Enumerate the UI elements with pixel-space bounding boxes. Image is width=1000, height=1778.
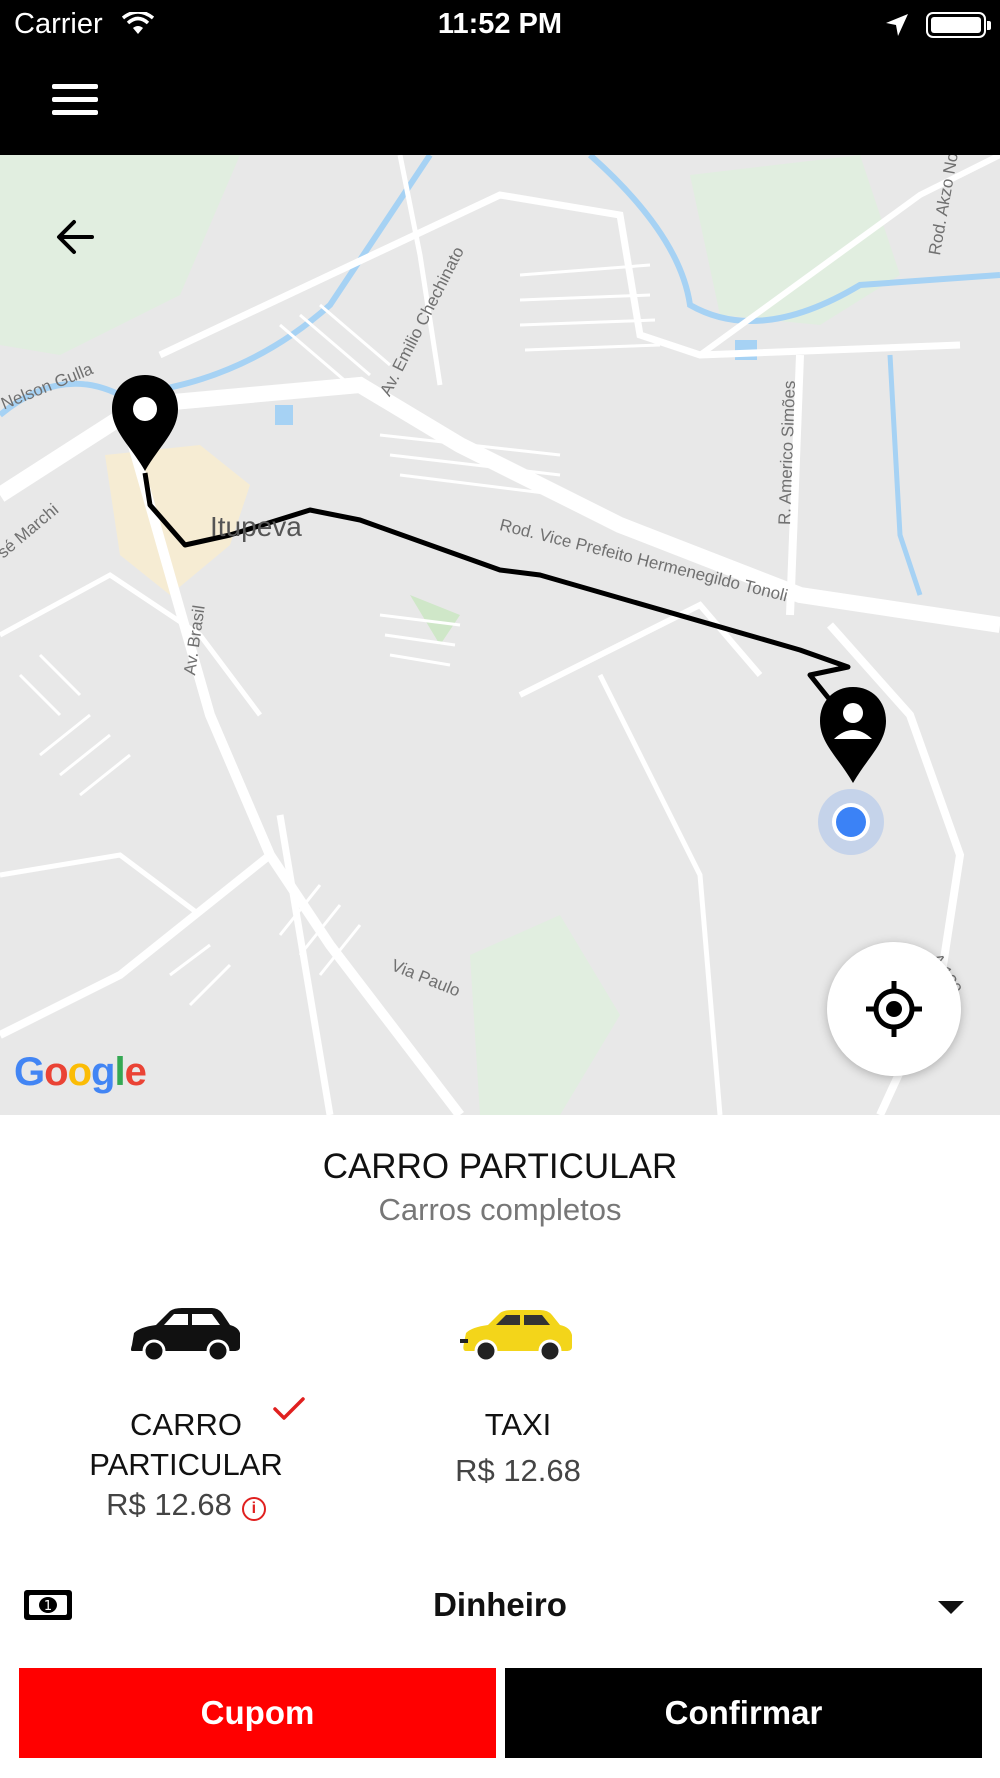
ride-options-panel: CARRO PARTICULAR Carros completos CARRO …: [0, 1115, 1000, 1778]
status-time: 11:52 PM: [437, 8, 563, 40]
crosshair-icon: [866, 981, 922, 1037]
option-price: R$ 12.68 i: [56, 1485, 316, 1525]
google-logo: Google: [14, 1050, 147, 1095]
status-bar: Carrier 11:52 PM: [0, 0, 1000, 52]
my-location-button[interactable]: [827, 942, 961, 1076]
battery-icon: [926, 12, 991, 38]
google-letter: e: [124, 1050, 147, 1094]
info-icon[interactable]: i: [241, 1497, 266, 1521]
option-name-line2: PARTICULAR: [89, 1447, 283, 1482]
google-letter: G: [14, 1050, 45, 1094]
driver-pin-icon: [820, 687, 886, 783]
option-price: R$ 12.68: [455, 1453, 581, 1488]
top-bar: Carrier 11:52 PM: [0, 0, 1000, 155]
google-letter: o: [44, 1050, 68, 1094]
payment-method-selector[interactable]: 1 Dinheiro: [0, 1570, 1000, 1640]
google-letter: l: [114, 1050, 125, 1094]
option-name: TAXI: [484, 1407, 552, 1442]
town-label: Itupeva: [210, 511, 302, 542]
taxi-icon: [460, 1310, 572, 1363]
google-letter: o: [67, 1050, 92, 1094]
arrow-left-icon: [57, 220, 94, 254]
car-icon: [131, 1308, 240, 1363]
menu-button[interactable]: [52, 80, 102, 120]
dropdown-caret-icon: [938, 1601, 964, 1614]
coupon-button[interactable]: Cupom: [19, 1668, 496, 1758]
price-value: R$ 12.68: [106, 1487, 232, 1522]
service-title: CARRO PARTICULAR: [322, 1147, 678, 1186]
current-location-dot: [818, 789, 884, 855]
origin-pin-icon: [112, 375, 178, 471]
google-letter: g: [91, 1050, 115, 1094]
back-button[interactable]: [52, 213, 104, 265]
map-view[interactable]: Nelson Gulla sé Marchi Av. Emilio Chechi…: [0, 155, 1000, 1115]
selected-check-icon: [273, 1397, 305, 1420]
option-taxi[interactable]: TAXI R$ 12.68: [388, 1305, 648, 1491]
option-carro-particular[interactable]: CARRO PARTICULAR R$ 12.68 i: [56, 1305, 316, 1525]
service-subtitle: Carros completos: [378, 1192, 622, 1227]
payment-method-label: Dinheiro: [433, 1586, 567, 1623]
confirm-button[interactable]: Confirmar: [505, 1668, 982, 1758]
location-arrow-icon: [886, 14, 908, 36]
